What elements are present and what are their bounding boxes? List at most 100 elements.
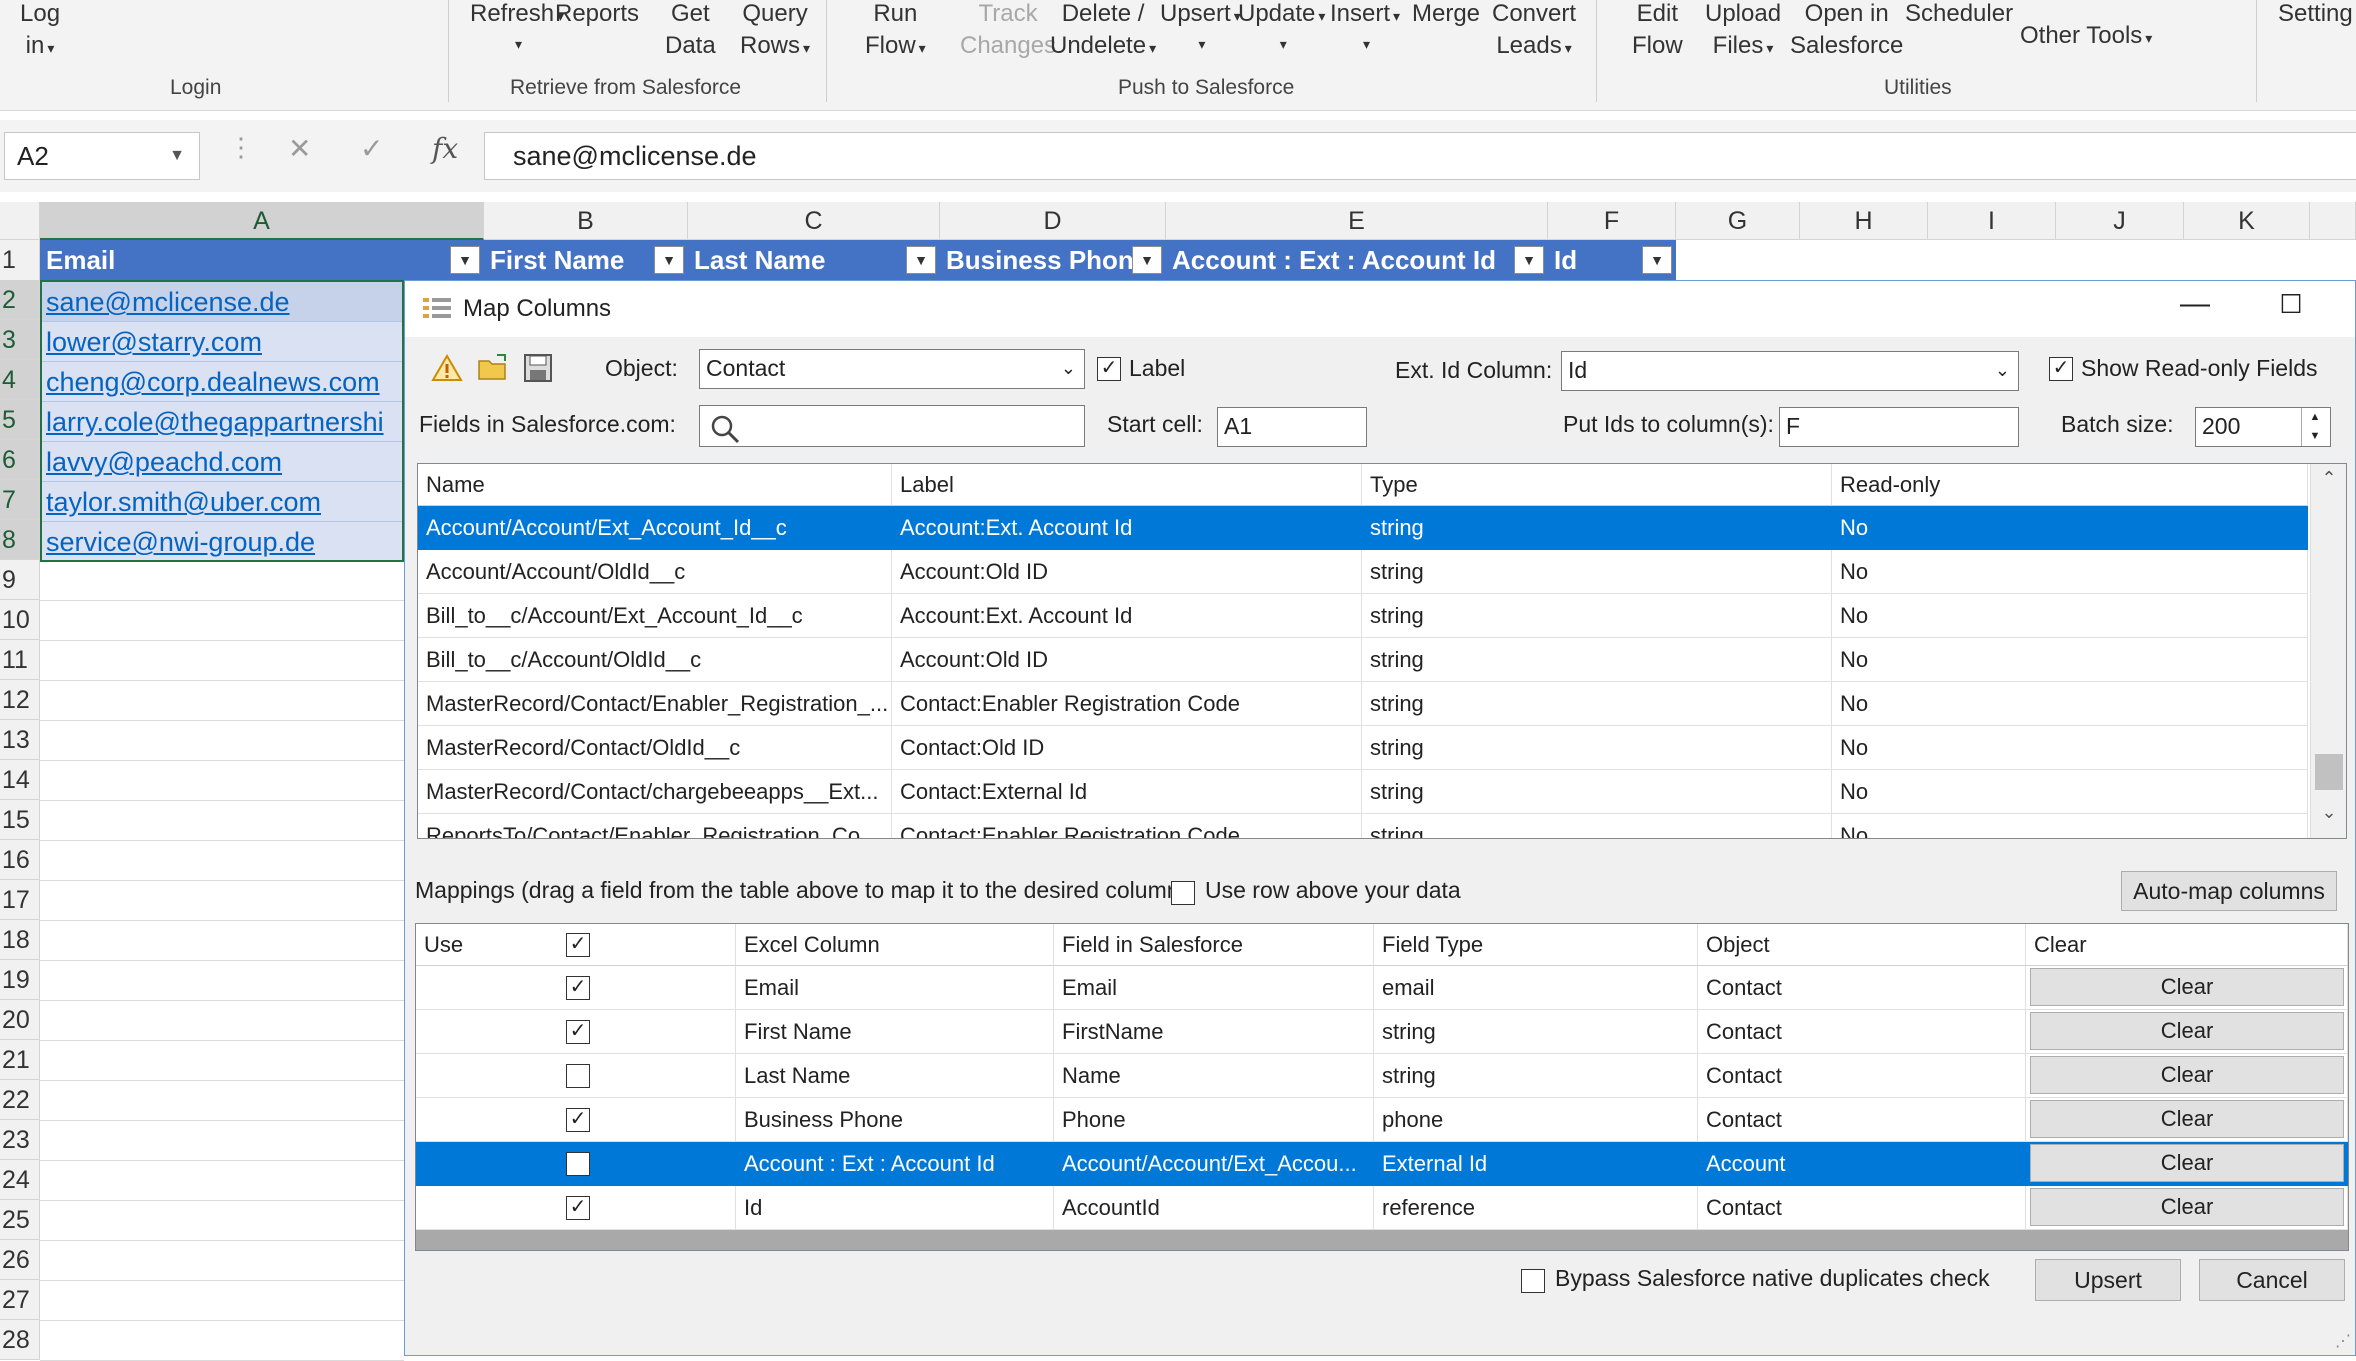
mappings-table-row[interactable]: Last Name Name string Contact Clear xyxy=(416,1054,2348,1098)
row-header[interactable]: 15 xyxy=(0,800,40,840)
fields-table-row[interactable]: MasterRecord/Contact/OldId__c Contact:Old… xyxy=(418,726,2308,770)
select-all-checkbox[interactable]: ✓ xyxy=(566,933,590,957)
ribbon-button-4[interactable]: Query Rows ▾ xyxy=(740,0,810,64)
use-checkbox[interactable] xyxy=(566,1064,590,1088)
row-header[interactable]: 6 xyxy=(0,440,40,480)
use-row-above-checkbox[interactable] xyxy=(1171,881,1195,905)
cancel-button[interactable]: Cancel xyxy=(2199,1259,2345,1301)
row-header[interactable]: 7 xyxy=(0,480,40,520)
ribbon-button-6[interactable]: Track Changes xyxy=(960,0,1056,62)
table-header-cell[interactable]: Last Name xyxy=(688,240,940,280)
mappings-table-header[interactable]: Field in Salesforce xyxy=(1054,924,1374,966)
column-header-g[interactable]: G xyxy=(1676,202,1800,240)
mappings-table-header[interactable]: Clear xyxy=(2026,924,2348,966)
fields-table-row[interactable]: ReportsTo/Contact/Enabler_Registration_C… xyxy=(418,814,2308,838)
ribbon-button-0[interactable]: Log in ▾ xyxy=(20,0,60,64)
warning-icon[interactable] xyxy=(431,353,463,383)
open-folder-icon[interactable] xyxy=(477,353,511,383)
fields-table-row[interactable]: Account/Account/OldId__c Account:Old ID st… xyxy=(418,550,2308,594)
ribbon-button-7[interactable]: Delete / Undelete ▾ xyxy=(1050,0,1156,64)
column-header-e[interactable]: E xyxy=(1166,202,1548,240)
row-header[interactable]: 20 xyxy=(0,1000,40,1040)
row-header[interactable]: 27 xyxy=(0,1280,40,1320)
function-icon[interactable]: fx xyxy=(432,132,458,165)
filter-dropdown-icon[interactable]: ▼ xyxy=(1132,246,1162,274)
ribbon-button-3[interactable]: Get Data xyxy=(665,0,716,62)
object-select[interactable]: Contact ⌄ xyxy=(699,349,1085,389)
filter-dropdown-icon[interactable]: ▼ xyxy=(654,246,684,274)
stepper-down-icon[interactable]: ▼ xyxy=(2301,427,2328,446)
fields-table-row[interactable]: Bill_to__c/Account/OldId__c Account:Old I… xyxy=(418,638,2308,682)
column-header-b[interactable]: B xyxy=(484,202,688,240)
auto-map-button[interactable]: Auto-map columns xyxy=(2121,871,2337,911)
use-checkbox[interactable]: ✓ xyxy=(566,1020,590,1044)
mappings-table-header[interactable]: Field Type xyxy=(1374,924,1698,966)
maximize-icon[interactable]: ☐ xyxy=(2261,289,2321,320)
row-header[interactable]: 17 xyxy=(0,880,40,920)
row-header[interactable]: 26 xyxy=(0,1240,40,1280)
mappings-table-row[interactable]: ✓ Account : Ext : Account Id Account/Accou… xyxy=(416,1142,2348,1186)
ribbon-button-12[interactable]: Convert Leads ▾ xyxy=(1492,0,1576,64)
scrollbar-thumb[interactable] xyxy=(2315,754,2343,790)
ribbon-button-10[interactable]: Insert ▾ ▾ xyxy=(1330,0,1400,56)
row-header[interactable]: 25 xyxy=(0,1200,40,1240)
column-header-j[interactable]: J xyxy=(2056,202,2184,240)
row-header[interactable]: 10 xyxy=(0,600,40,640)
ext-id-select[interactable]: Id ⌄ xyxy=(1561,351,2019,391)
clear-button[interactable]: Clear xyxy=(2030,1056,2344,1094)
row-header[interactable]: 18 xyxy=(0,920,40,960)
fields-table-row[interactable]: Account/Account/Ext_Account_Id__c Account… xyxy=(418,506,2308,550)
use-checkbox[interactable]: ✓ xyxy=(566,1108,590,1132)
mappings-table-row[interactable]: ✓ Business Phone Phone phone Contact Clear xyxy=(416,1098,2348,1142)
filter-dropdown-icon[interactable]: ▼ xyxy=(1514,246,1544,274)
column-header-a[interactable]: A xyxy=(40,202,484,240)
row-header[interactable]: 23 xyxy=(0,1120,40,1160)
batch-size-stepper[interactable]: 200 ▲ ▼ xyxy=(2195,407,2331,447)
column-header-l[interactable] xyxy=(2310,202,2356,240)
column-header-f[interactable]: F xyxy=(1548,202,1676,240)
row-header[interactable]: 9 xyxy=(0,560,40,600)
clear-button[interactable]: Clear xyxy=(2030,1100,2344,1138)
enter-icon[interactable]: ✓ xyxy=(360,132,383,165)
clear-button[interactable]: Clear xyxy=(2030,1012,2344,1050)
ribbon-button-8[interactable]: Upsert ▾ ▾ xyxy=(1160,0,1241,56)
label-checkbox[interactable]: ✓ xyxy=(1097,357,1121,381)
fields-scrollbar[interactable]: ⌃ ⌄ xyxy=(2310,464,2346,838)
mappings-table-row[interactable]: ✓ Email Email email Contact Clear xyxy=(416,966,2348,1010)
minimize-icon[interactable]: — xyxy=(2165,287,2225,321)
table-header-cell[interactable]: Account : Ext : Account Id xyxy=(1166,240,1548,280)
ribbon-button-17[interactable]: Other Tools ▾ xyxy=(2020,20,2152,54)
use-checkbox[interactable]: ✓ xyxy=(566,976,590,1000)
ribbon-button-16[interactable]: Scheduler xyxy=(1905,0,2013,30)
filter-dropdown-icon[interactable]: ▼ xyxy=(1642,246,1672,274)
ribbon-button-1[interactable]: Refresh ▾ ▾ xyxy=(470,0,564,56)
field-search-input[interactable] xyxy=(699,405,1085,447)
row-header[interactable]: 4 xyxy=(0,360,40,400)
column-header-c[interactable]: C xyxy=(688,202,940,240)
ribbon-button-9[interactable]: Update ▾ ▾ xyxy=(1238,0,1325,56)
row-header[interactable]: 28 xyxy=(0,1320,40,1360)
show-readonly-checkbox[interactable]: ✓ xyxy=(2049,357,2073,381)
column-header-h[interactable]: H xyxy=(1800,202,1928,240)
row-header[interactable]: 21 xyxy=(0,1040,40,1080)
use-checkbox[interactable]: ✓ xyxy=(566,1196,590,1220)
row-header[interactable]: 13 xyxy=(0,720,40,760)
filter-dropdown-icon[interactable]: ▼ xyxy=(906,246,936,274)
ribbon-button-13[interactable]: Edit Flow xyxy=(1632,0,1683,62)
filter-dropdown-icon[interactable]: ▼ xyxy=(450,246,480,274)
upsert-button[interactable]: Upsert xyxy=(2035,1259,2181,1301)
put-ids-input[interactable]: F xyxy=(1779,407,2019,447)
row-header[interactable]: 5 xyxy=(0,400,40,440)
row-header[interactable]: 3 xyxy=(0,320,40,360)
ribbon-button-11[interactable]: Merge xyxy=(1412,0,1480,30)
fields-table-row[interactable]: MasterRecord/Contact/Enabler_Registratio… xyxy=(418,682,2308,726)
row-header[interactable]: 24 xyxy=(0,1160,40,1200)
column-header-i[interactable]: I xyxy=(1928,202,2056,240)
fields-table-row[interactable]: MasterRecord/Contact/chargebeeapps__Ext.… xyxy=(418,770,2308,814)
mappings-table-header[interactable]: Excel Column xyxy=(736,924,1054,966)
ribbon-button-14[interactable]: Upload Files ▾ xyxy=(1705,0,1781,64)
clear-button[interactable]: Clear xyxy=(2030,1144,2344,1182)
bypass-duplicates-checkbox[interactable] xyxy=(1521,1269,1545,1293)
row-header[interactable]: 8 xyxy=(0,520,40,560)
mappings-table-row[interactable]: ✓ First Name FirstName string Contact Clear xyxy=(416,1010,2348,1054)
